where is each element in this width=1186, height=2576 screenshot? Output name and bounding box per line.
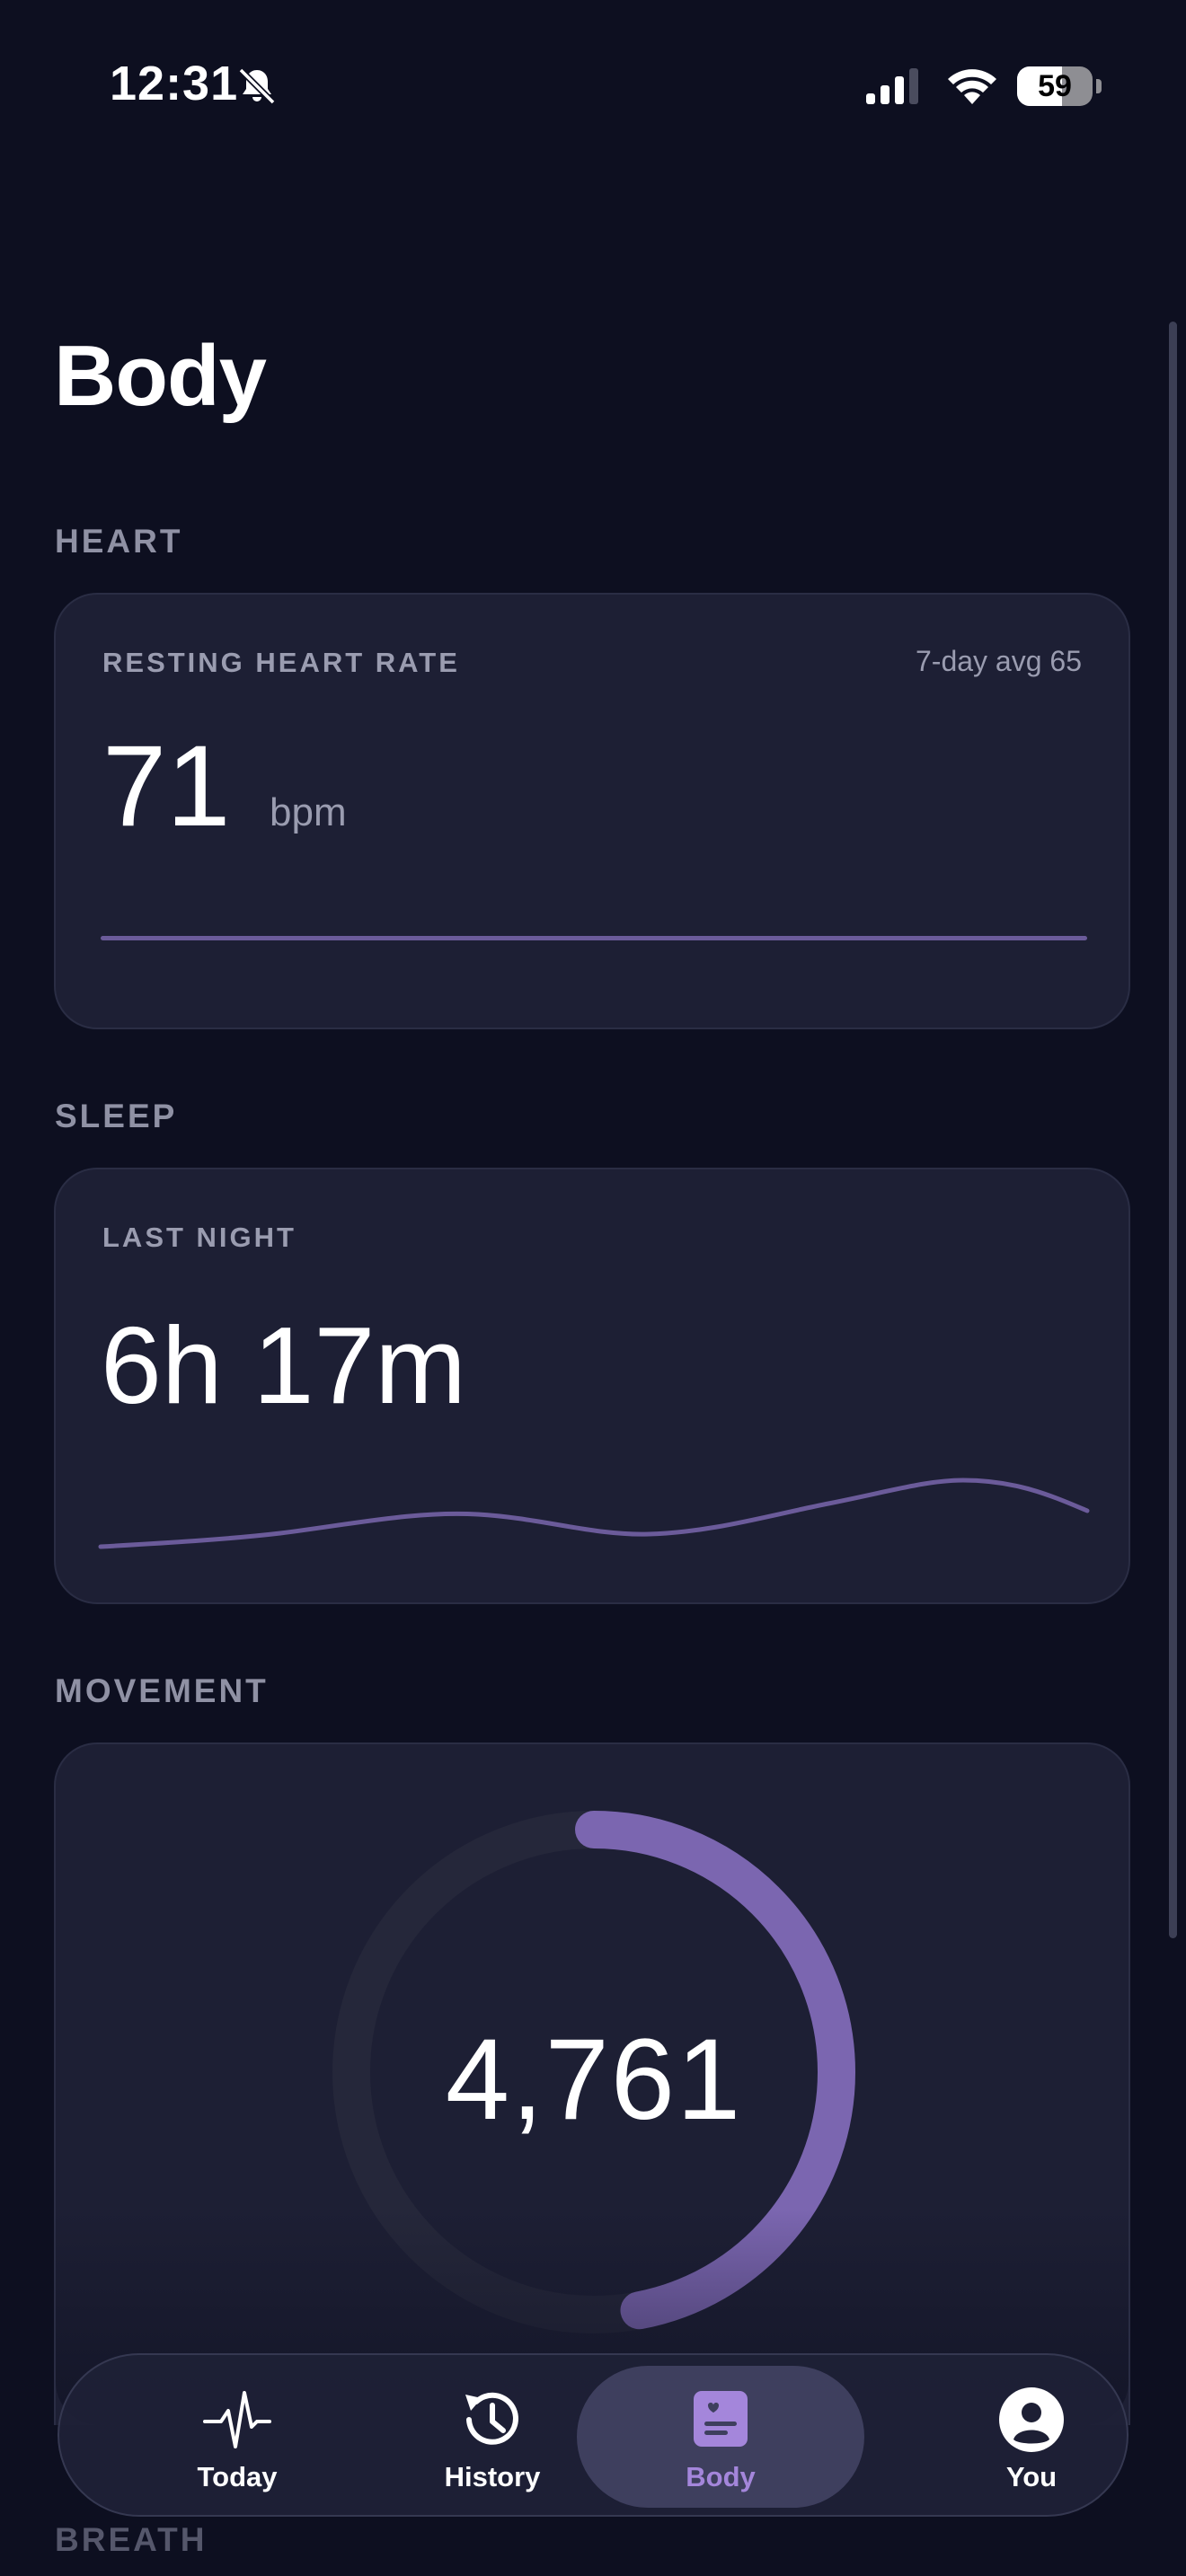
card-label: RESTING HEART RATE [102, 647, 460, 678]
movement-card[interactable]: 4,761 [54, 1742, 1130, 2425]
scroll-indicator[interactable] [1169, 322, 1177, 1938]
tab-label: Today [197, 2461, 278, 2492]
sleep-trend-line [98, 1478, 1090, 1549]
tab-label: Body [686, 2461, 756, 2492]
tab-label: You [1005, 2461, 1058, 2492]
battery-level: 59 [1038, 69, 1072, 103]
tab-bar: Today History Body You [58, 2353, 1128, 2517]
status-bar: 12:31 59 [0, 0, 1186, 171]
history-clock-icon [465, 2392, 518, 2445]
steps-count: 4,761 [445, 2016, 743, 2144]
body-report-icon [694, 2391, 748, 2447]
section-label-heart: HEART [55, 523, 183, 560]
sleep-card[interactable]: LAST NIGHT 6h 17m [54, 1168, 1130, 1604]
page-title: Body [54, 328, 267, 424]
heart-rate-trend-line [101, 936, 1087, 940]
tab-body[interactable]: Body [577, 2355, 864, 2515]
heart-rate-unit: bpm [270, 790, 347, 834]
pulse-icon [203, 2391, 271, 2448]
bell-slash-icon [238, 67, 276, 105]
cellular-signal-icon [866, 68, 918, 104]
tab-today[interactable]: Today [110, 2355, 365, 2515]
battery-icon: 59 [1017, 66, 1102, 106]
person-icon [999, 2387, 1064, 2452]
section-label-breath: BREATH [55, 2521, 208, 2558]
heart-rate-value: 71 [102, 722, 231, 851]
seven-day-average: 7-day avg 65 [915, 645, 1082, 677]
wifi-icon [948, 69, 996, 104]
section-label-movement: MOVEMENT [55, 1672, 269, 1709]
resting-heart-rate-card[interactable]: RESTING HEART RATE 7-day avg 65 71 bpm [54, 593, 1130, 1029]
status-time: 12:31 [110, 57, 239, 110]
section-label-sleep: SLEEP [55, 1098, 178, 1134]
tab-you[interactable]: You [904, 2355, 1159, 2515]
